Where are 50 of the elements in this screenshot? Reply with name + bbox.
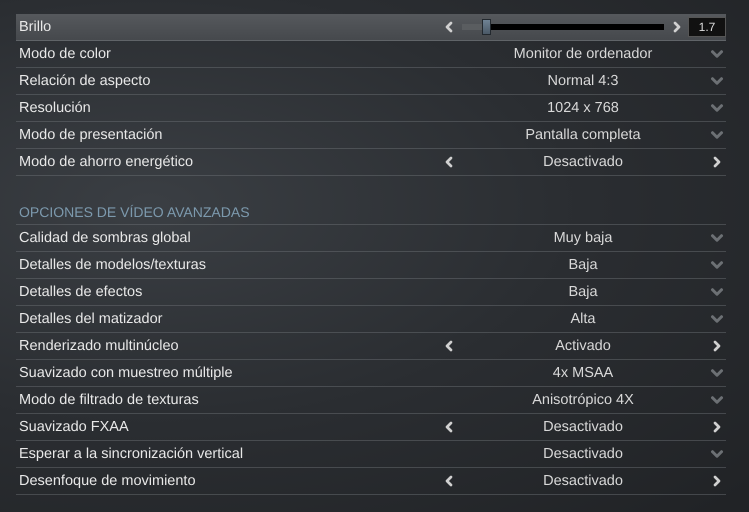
slider-thumb[interactable] xyxy=(482,19,492,35)
setting-label: Brillo xyxy=(18,19,52,35)
setting-label: Modo de presentación xyxy=(18,127,164,143)
setting-row[interactable]: Detalles de modelos/texturas Baja xyxy=(16,252,726,279)
setting-label: Suavizado FXAA xyxy=(18,419,130,435)
setting-row[interactable]: Suavizado FXAA Desactivado xyxy=(16,414,726,441)
setting-label: Calidad de sombras global xyxy=(18,230,192,246)
slider-value: 1.7 xyxy=(688,17,726,37)
setting-label: Resolución xyxy=(18,100,92,116)
setting-label: Modo de color xyxy=(18,46,112,62)
dropdown-value[interactable]: Normal 4:3 xyxy=(458,73,708,89)
option-value: Desactivado xyxy=(542,154,624,170)
setting-row[interactable]: Resolución 1024 x 768 xyxy=(16,95,726,122)
setting-row[interactable]: Relación de aspecto Normal 4:3 xyxy=(16,68,726,95)
setting-row[interactable]: Modo de ahorro energético Desactivado xyxy=(16,149,726,176)
setting-label: Modo de filtrado de texturas xyxy=(18,392,200,408)
setting-row[interactable]: Desenfoque de movimiento Desactivado xyxy=(16,468,726,495)
dropdown-value[interactable]: Baja xyxy=(458,257,708,273)
setting-row[interactable]: Detalles de efectos Baja xyxy=(16,279,726,306)
setting-row[interactable]: Brillo 1.7 xyxy=(16,14,726,41)
setting-row[interactable]: Modo de presentación Pantalla completa xyxy=(16,122,726,149)
setting-row[interactable]: Renderizado multinúcleo Activado xyxy=(16,333,726,360)
dropdown-value[interactable]: Monitor de ordenador xyxy=(458,46,708,62)
setting-label: Relación de aspecto xyxy=(18,73,152,89)
setting-row[interactable]: Modo de filtrado de texturas Anisotrópico 4X xyxy=(16,387,726,414)
dropdown-value[interactable]: Pantalla completa xyxy=(458,127,708,143)
setting-row[interactable]: Modo de color Monitor de ordenador xyxy=(16,41,726,68)
setting-label: Renderizado multinúcleo xyxy=(18,338,180,354)
dropdown-value[interactable]: 1024 x 768 xyxy=(458,100,708,116)
dropdown-value[interactable]: Muy baja xyxy=(458,230,708,246)
setting-label: Suavizado con muestreo múltiple xyxy=(18,365,234,381)
dropdown-value[interactable]: Alta xyxy=(458,311,708,327)
setting-label: Modo de ahorro energético xyxy=(18,154,194,170)
setting-label: Detalles de efectos xyxy=(18,284,144,300)
setting-row[interactable]: Suavizado con muestreo múltiple 4x MSAA xyxy=(16,360,726,387)
section-header: OPCIONES DE VÍDEO AVANZADAS xyxy=(16,204,726,225)
setting-row[interactable]: Esperar a la sincronización vertical Desactivado xyxy=(16,441,726,468)
option-value: Activado xyxy=(554,338,612,354)
setting-row[interactable]: Calidad de sombras global Muy baja xyxy=(16,225,726,252)
setting-row[interactable]: Detalles del matizador Alta xyxy=(16,306,726,333)
dropdown-value[interactable]: Baja xyxy=(458,284,708,300)
setting-label: Detalles del matizador xyxy=(18,311,164,327)
dropdown-value[interactable]: Desactivado xyxy=(458,446,708,462)
option-value: Desactivado xyxy=(542,419,624,435)
dropdown-value[interactable]: Anisotrópico 4X xyxy=(458,392,708,408)
setting-label: Esperar a la sincronización vertical xyxy=(18,446,244,462)
setting-label: Desenfoque de movimiento xyxy=(18,473,197,489)
option-value: Desactivado xyxy=(542,473,624,489)
setting-label: Detalles de modelos/texturas xyxy=(18,257,207,273)
dropdown-value[interactable]: 4x MSAA xyxy=(458,365,708,381)
